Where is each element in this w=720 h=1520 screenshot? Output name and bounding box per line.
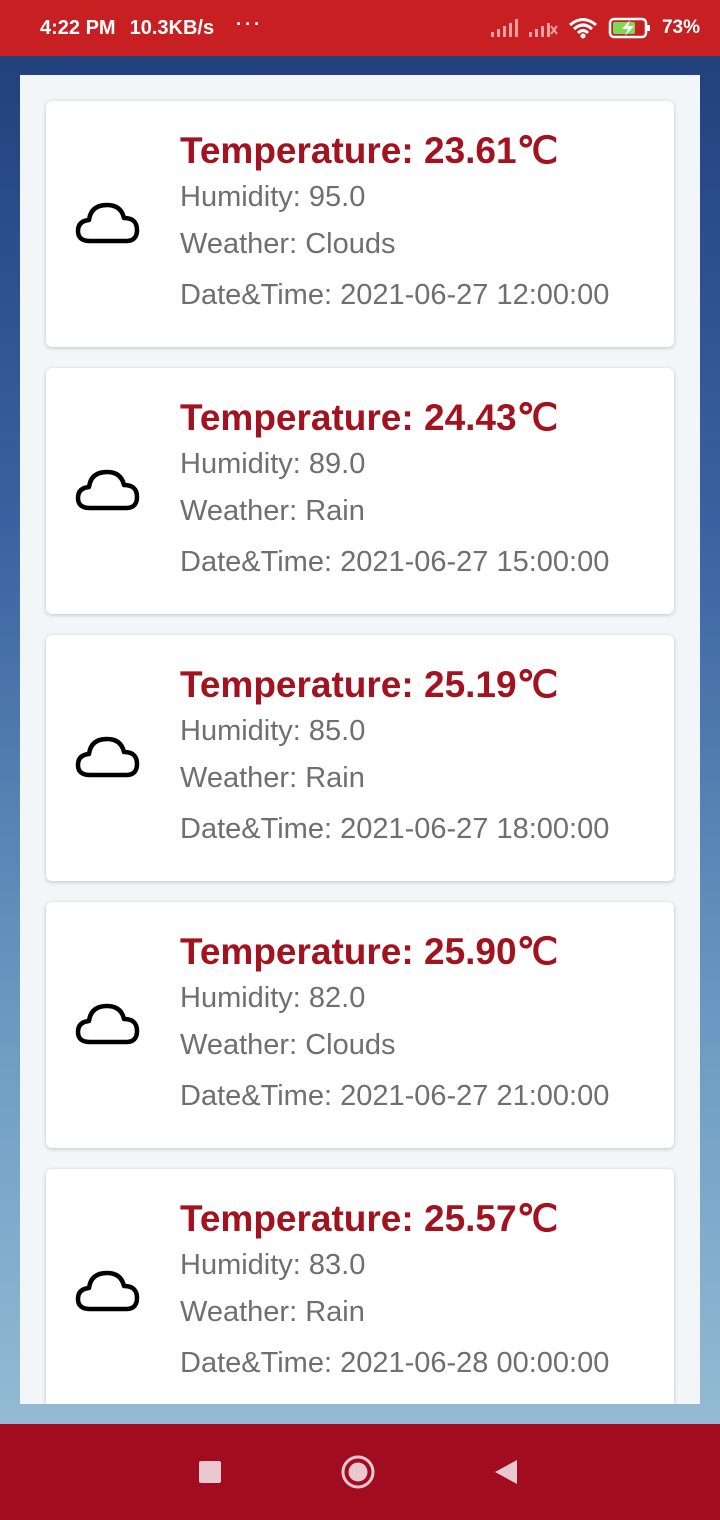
humidity-label: Humidity: 85.0 — [180, 715, 366, 747]
battery-charging-icon — [608, 16, 652, 40]
forecast-card[interactable]: Temperature: 25.90℃ Humidity: 82.0 Weath… — [46, 902, 674, 1148]
weather-label: Weather: Rain — [180, 495, 365, 527]
status-bar: 4:22 PM 10.3KB/s ··· 73% — [0, 0, 720, 56]
recents-icon[interactable] — [192, 1454, 228, 1490]
cloud-icon — [74, 1000, 142, 1048]
status-icons: 73% — [490, 0, 700, 56]
wifi-icon — [568, 17, 598, 39]
signal-no-service-icon — [528, 18, 558, 38]
more-notifications-icon: ··· — [236, 13, 264, 34]
cloud-icon — [74, 1267, 142, 1315]
battery-percentage: 73% — [661, 17, 700, 38]
humidity-label: Humidity: 82.0 — [180, 982, 366, 1014]
datetime-label: Date&Time: 2021-06-28 00:00:00 — [180, 1347, 610, 1379]
back-icon[interactable] — [488, 1454, 524, 1490]
cloud-icon — [74, 733, 142, 781]
forecast-card[interactable]: Temperature: 24.43℃ Humidity: 89.0 Weath… — [46, 368, 674, 614]
signal-icon — [490, 18, 518, 38]
humidity-label: Humidity: 95.0 — [180, 181, 366, 213]
weather-label: Weather: Clouds — [180, 1029, 396, 1061]
temperature-label: Temperature: 25.57℃ — [180, 1198, 559, 1239]
datetime-label: Date&Time: 2021-06-27 18:00:00 — [180, 813, 610, 845]
datetime-label: Date&Time: 2021-06-27 15:00:00 — [180, 546, 610, 578]
status-time: 4:22 PM — [40, 16, 116, 39]
home-icon[interactable] — [340, 1454, 376, 1490]
temperature-label: Temperature: 25.19℃ — [180, 664, 559, 705]
cloud-icon — [74, 199, 142, 247]
datetime-label: Date&Time: 2021-06-27 12:00:00 — [180, 279, 610, 311]
navigation-bar — [0, 1424, 720, 1520]
forecast-card[interactable]: Temperature: 25.19℃ Humidity: 85.0 Weath… — [46, 635, 674, 881]
network-speed: 10.3KB/s — [129, 16, 215, 39]
temperature-label: Temperature: 25.90℃ — [180, 931, 559, 972]
forecast-card[interactable]: Temperature: 23.61℃ Humidity: 95.0 Weath… — [46, 101, 674, 347]
temperature-label: Temperature: 24.43℃ — [180, 397, 559, 438]
weather-label: Weather: Clouds — [180, 228, 396, 260]
datetime-label: Date&Time: 2021-06-27 21:00:00 — [180, 1080, 610, 1112]
forecast-card[interactable]: Temperature: 25.57℃ Humidity: 83.0 Weath… — [46, 1169, 674, 1404]
humidity-label: Humidity: 83.0 — [180, 1249, 366, 1281]
temperature-label: Temperature: 23.61℃ — [180, 130, 559, 171]
humidity-label: Humidity: 89.0 — [180, 448, 366, 480]
weather-label: Weather: Rain — [180, 1296, 365, 1328]
cloud-icon — [74, 466, 142, 514]
forecast-list[interactable]: Temperature: 23.61℃ Humidity: 95.0 Weath… — [20, 75, 700, 1404]
weather-label: Weather: Rain — [180, 762, 365, 794]
